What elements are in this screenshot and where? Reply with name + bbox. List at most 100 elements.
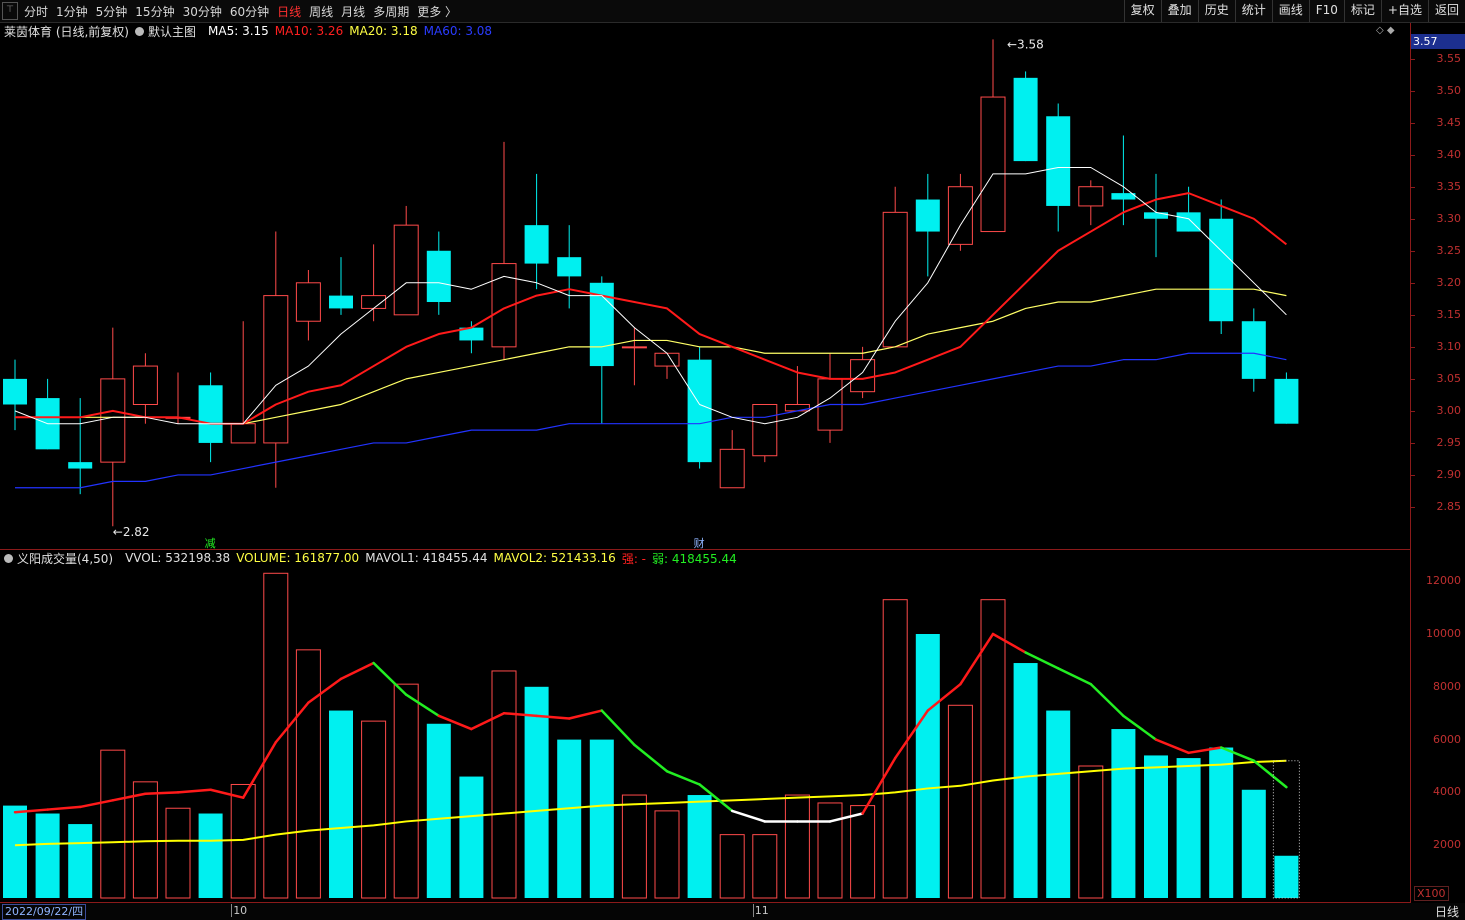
period-tab[interactable]: 5分钟: [96, 3, 128, 20]
candle-body: [3, 378, 27, 405]
volume-bar: [165, 807, 191, 899]
price-axis-label: 3.55: [1436, 51, 1462, 65]
toolbar-button[interactable]: 历史: [1197, 0, 1235, 22]
indicator-selector[interactable]: 义阳成交量(4,50): [4, 550, 119, 567]
candle: [3, 359, 27, 431]
price-axis-label: 3.10: [1436, 339, 1462, 353]
candle: [621, 327, 647, 386]
toolbar-button[interactable]: 叠加: [1160, 0, 1198, 22]
date-axis: 2022/09/22/四 日线 10 11: [0, 903, 1465, 920]
candle-body: [882, 211, 908, 348]
volume-unit: X100: [1414, 886, 1449, 901]
volume-bar: [654, 810, 680, 899]
candle-body: [784, 403, 810, 412]
candle-body: [915, 199, 940, 232]
period-tab[interactable]: 周线: [309, 3, 333, 20]
bottom-period-label[interactable]: 日线: [1435, 903, 1459, 920]
period-tab[interactable]: 分时: [24, 3, 48, 20]
mavol1-segment: [1252, 759, 1288, 789]
month-mark: 11: [752, 904, 769, 917]
volume-chart[interactable]: [0, 550, 1410, 902]
volume-bar: [1241, 789, 1266, 898]
candle-body: [980, 96, 1006, 233]
volume-bar: [687, 795, 712, 898]
volume-bar: [198, 813, 223, 898]
candle-body: [557, 257, 582, 277]
mavol1-segment: [1056, 667, 1093, 686]
candle: [980, 39, 1006, 233]
toolbar-button[interactable]: F10: [1308, 0, 1344, 22]
price-axis-label: 2.95: [1436, 435, 1462, 449]
ma20-label: MA20: 3.18: [349, 24, 418, 38]
period-tab[interactable]: 多周期: [373, 3, 409, 20]
pin-icon[interactable]: ⊤: [2, 2, 18, 20]
period-tab[interactable]: 日线: [277, 3, 301, 20]
candle: [295, 269, 321, 341]
candle: [719, 430, 745, 489]
current-price-tag: 3.57: [1411, 34, 1465, 49]
candle-body: [132, 365, 158, 405]
period-tab[interactable]: 30分钟: [183, 3, 222, 20]
toolbar-button[interactable]: 返回: [1427, 0, 1465, 22]
volume-bar: [426, 723, 451, 898]
candle-body: [1013, 77, 1038, 162]
toolbar-button[interactable]: 统计: [1234, 0, 1272, 22]
candle: [1209, 199, 1234, 335]
low-price-label: ←2.82: [113, 525, 150, 539]
volume-bar: [1013, 663, 1038, 898]
volume-bar: [557, 739, 582, 898]
candle-body: [426, 250, 451, 303]
period-tab[interactable]: 1分钟: [56, 3, 88, 20]
price-axis-label: 3.45: [1436, 115, 1462, 129]
candlestick-chart[interactable]: ←3.58 ←2.82 减 财: [0, 23, 1410, 549]
price-axis-label: 3.30: [1436, 211, 1462, 225]
vvol-label: VVOL: 532198.38: [125, 551, 231, 565]
volume-bar: [524, 686, 549, 898]
volume-bar: [295, 649, 321, 899]
candle: [882, 186, 908, 348]
volume-axis-label: 8000: [1433, 679, 1461, 693]
ma10-label: MA10: 3.26: [274, 24, 344, 38]
stock-title: 莱茵体育 (日线,前复权): [4, 24, 129, 39]
candle-body: [524, 225, 549, 264]
volume-bar: [947, 704, 973, 899]
candle-body: [752, 403, 778, 457]
volume-chart-panel[interactable]: 义阳成交量(4,50) VVOL: 532198.38 VOLUME: 1618…: [0, 550, 1411, 903]
volume-bar: [100, 749, 126, 899]
strong-label: 强: -: [621, 551, 647, 566]
candle-body: [621, 346, 647, 349]
toolbar-button[interactable]: +自选: [1380, 0, 1428, 22]
candle: [198, 372, 223, 463]
month-mark: 10: [231, 904, 248, 917]
volume-bar: [35, 813, 60, 898]
period-toolbar: ⊤ 分时 1分钟 5分钟 15分钟 30分钟 60分钟 日线 周线 月线 多周期 更多 〉 复权 叠加…: [0, 0, 1465, 23]
toolbar-button[interactable]: 复权: [1123, 0, 1161, 22]
period-tab[interactable]: 月线: [341, 3, 365, 20]
candle-body: [654, 352, 680, 367]
mavol1-segment: [46, 805, 82, 811]
diamond-icons[interactable]: ◇ ◆: [1376, 25, 1395, 36]
period-tab[interactable]: 更多 〉: [417, 3, 457, 20]
candle: [263, 231, 289, 488]
volume-bar: [817, 802, 843, 899]
template-selector[interactable]: 默认主图: [135, 23, 202, 40]
period-tab[interactable]: 15分钟: [135, 3, 174, 20]
toolbar-button[interactable]: 标记: [1343, 0, 1381, 22]
volume-bar: [1111, 729, 1136, 898]
volume-bar: [329, 710, 353, 898]
candle-body: [263, 295, 289, 444]
toolbar-button[interactable]: 画线: [1271, 0, 1309, 22]
candle-body: [100, 378, 126, 463]
candle: [393, 205, 419, 316]
volume-bar: [491, 670, 517, 899]
mavol1-segment: [633, 743, 669, 773]
price-axis: 3.55 3.50 3.45 3.40 3.35 3.30 3.25 3.20 3.15 3.10…: [1411, 23, 1465, 549]
price-axis-label: 3.20: [1436, 275, 1462, 289]
volume-bar: [68, 824, 93, 898]
volume-bar: [784, 794, 810, 899]
price-axis-label: 3.00: [1436, 403, 1462, 417]
price-axis-label: 3.15: [1436, 307, 1462, 321]
volume-bar: [263, 572, 289, 899]
period-tab[interactable]: 60分钟: [230, 3, 269, 20]
price-chart-panel[interactable]: ←3.58 ←2.82 减 财 莱茵体育 (日线,前复权) 默认主图 MA5: 3.1…: [0, 23, 1411, 550]
